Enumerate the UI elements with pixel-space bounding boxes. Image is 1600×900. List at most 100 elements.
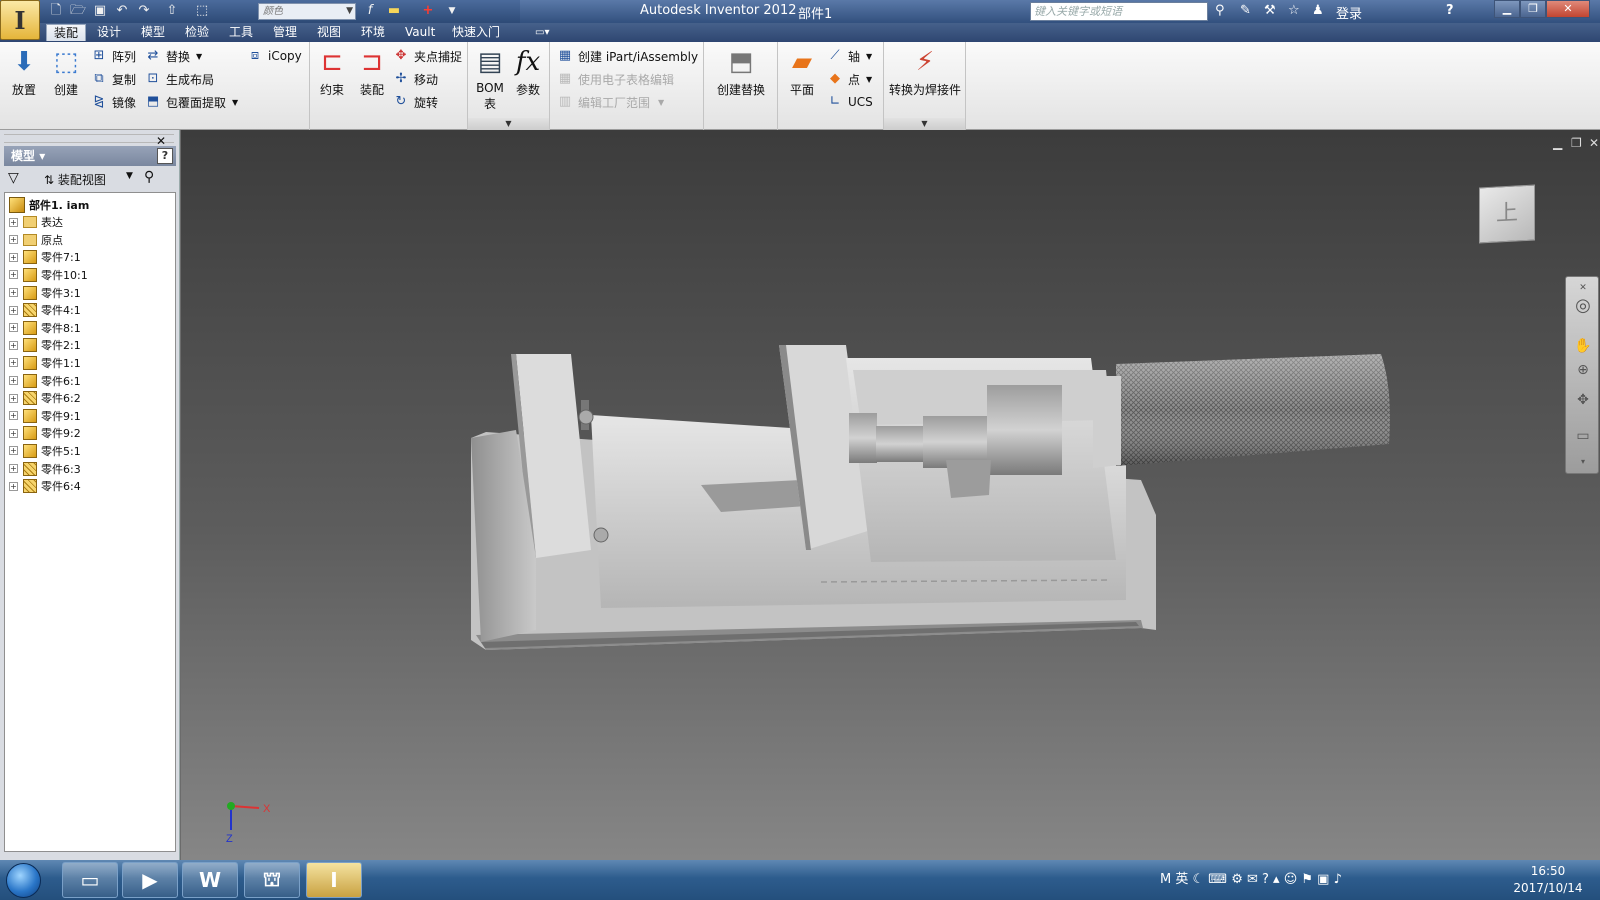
tree-node[interactable]: + 零件6:3 xyxy=(9,460,81,477)
create-substitute-button[interactable]: ⬒ 创建替换 xyxy=(714,46,768,98)
pattern-button[interactable]: ⊞ 阵列 xyxy=(90,46,136,66)
clock-time[interactable]: 16:50 xyxy=(1516,864,1580,878)
chevron-down-icon[interactable]: ▼ xyxy=(126,171,133,181)
viewcube[interactable]: 上 xyxy=(1479,184,1535,244)
expand-icon[interactable]: + xyxy=(9,358,18,368)
ucs-button[interactable]: ∟ UCS xyxy=(826,92,873,112)
color-override-select[interactable]: 颜色 ▼ xyxy=(258,3,356,20)
star-icon[interactable]: ☆ xyxy=(1288,3,1300,18)
expand-icon[interactable]: + xyxy=(9,393,18,403)
look-at-icon[interactable]: ▭ xyxy=(1574,427,1592,445)
media-player-taskbar-icon[interactable]: ▶ xyxy=(122,862,178,898)
tree-node[interactable]: + 零件7:1 xyxy=(9,249,81,266)
tab-manage[interactable]: 管理 xyxy=(266,24,304,41)
tab-assemble[interactable]: 装配 xyxy=(46,24,87,41)
help-icon[interactable]: ? xyxy=(1446,3,1454,18)
binoculars-icon[interactable]: ⚲ xyxy=(1215,3,1225,18)
clock-date[interactable]: 2017/10/14 xyxy=(1504,881,1592,895)
move-button[interactable]: ✢ 移动 xyxy=(392,69,438,89)
education-taskbar-icon[interactable]: ⛫ xyxy=(244,862,300,898)
rotate-button[interactable]: ↻ 旋转 xyxy=(392,92,438,112)
graphics-window[interactable]: ▁ ❐ ✕ xyxy=(181,130,1600,860)
tree-node[interactable]: + 零件6:2 xyxy=(9,390,81,407)
browser-header[interactable]: 模型 ▾? xyxy=(4,146,176,166)
expand-icon[interactable]: + xyxy=(9,340,18,350)
constrain-button[interactable]: ⊏ 约束 xyxy=(312,46,352,98)
expand-icon[interactable]: + xyxy=(9,481,18,491)
tree-node[interactable]: 部件1. iam xyxy=(9,196,89,213)
measure-icon[interactable]: ▬ xyxy=(386,3,402,19)
plane-button[interactable]: ▰ 平面 xyxy=(782,46,822,98)
assemble-button[interactable]: ⊐ 装配 xyxy=(352,46,392,98)
tree-node[interactable]: + 零件9:1 xyxy=(9,407,81,424)
wrench-icon[interactable]: ⚒ xyxy=(1264,3,1276,18)
expand-icon[interactable]: + xyxy=(9,305,18,315)
ime-m-icon[interactable]: M xyxy=(1160,872,1171,887)
expand-icon[interactable]: + xyxy=(9,446,18,456)
select-icon[interactable]: ⬚ xyxy=(194,3,210,19)
expand-icon[interactable]: + xyxy=(9,235,18,245)
add-icon[interactable]: + xyxy=(420,3,436,19)
expand-icon[interactable]: + xyxy=(9,411,18,421)
inventor-taskbar-icon[interactable]: I xyxy=(306,862,362,898)
manage-expand-icon[interactable]: ▼ xyxy=(468,118,549,130)
tree-node[interactable]: + 零件6:4 xyxy=(9,478,81,495)
expand-icon[interactable]: + xyxy=(9,323,18,333)
pan-icon[interactable]: ✋ xyxy=(1574,337,1592,355)
convert-expand-icon[interactable]: ▼ xyxy=(884,118,965,130)
tree-node[interactable]: + 表达 xyxy=(9,214,63,231)
convert-weldment-button[interactable]: ⚡ 转换为焊接件 xyxy=(888,46,962,98)
expand-icon[interactable]: + xyxy=(9,252,18,262)
find-icon[interactable]: ⚲ xyxy=(144,169,154,185)
edit-factory-button[interactable]: ▥ 编辑工厂范围 ▼ xyxy=(556,92,664,112)
zoom-icon[interactable]: ⊕ xyxy=(1574,361,1592,379)
create-button[interactable]: ⬚ 创建 xyxy=(46,46,86,98)
new-icon[interactable]: 🗋 xyxy=(48,3,64,19)
expand-icon[interactable]: + xyxy=(9,217,18,227)
open-icon[interactable]: 🗁 xyxy=(70,3,86,19)
start-button[interactable] xyxy=(6,863,41,898)
expand-icon[interactable]: + xyxy=(9,376,18,385)
fx-icon[interactable]: f xyxy=(362,3,378,19)
tab-design[interactable]: 设计 xyxy=(90,24,128,41)
search-input[interactable]: 键入关键字或短语 xyxy=(1030,2,1208,21)
ime-language[interactable]: 英 xyxy=(1175,872,1188,887)
vise-model[interactable] xyxy=(181,130,1600,860)
save-icon[interactable]: ▣ xyxy=(92,3,108,19)
parameters-button[interactable]: fx 参数 xyxy=(508,46,548,98)
point-button[interactable]: ◆ 点 ▼ xyxy=(826,69,872,89)
restore-button[interactable]: ❐ xyxy=(1520,0,1546,18)
tab-model[interactable]: 模型 xyxy=(134,24,172,41)
undo-icon[interactable]: ↶ xyxy=(114,3,130,19)
moon-icon[interactable]: ☾ xyxy=(1193,872,1205,887)
return-icon[interactable]: ⇧ xyxy=(164,3,180,19)
explorer-taskbar-icon[interactable]: ▭ xyxy=(62,862,118,898)
help-icon[interactable]: ? xyxy=(157,148,173,164)
copy-button[interactable]: ⧉ 复制 xyxy=(90,69,136,89)
tab-inspect[interactable]: 检验 xyxy=(178,24,216,41)
filter-icon[interactable]: ▽ xyxy=(8,170,19,186)
navbar-menu-icon[interactable]: ▾ xyxy=(1574,453,1592,471)
tab-get-started[interactable]: 快速入门 xyxy=(445,24,507,41)
tab-environments[interactable]: 环境 xyxy=(354,24,392,41)
tree-node[interactable]: + 原点 xyxy=(9,231,63,248)
word-taskbar-icon[interactable]: W xyxy=(182,862,238,898)
tree-node[interactable]: + 零件4:1 xyxy=(9,302,81,319)
spreadsheet-button[interactable]: ▦ 使用电子表格编辑 xyxy=(556,69,674,89)
expand-icon[interactable]: + xyxy=(9,464,18,473)
assembly-view-select[interactable]: ⇅ 装配视图 xyxy=(44,171,106,188)
ribbon-options-icon[interactable]: ▭▾ xyxy=(528,24,556,41)
replace-button[interactable]: ⇄ 替换 ▼ xyxy=(144,46,203,66)
minimize-button[interactable]: ▁ xyxy=(1494,0,1520,18)
login-button[interactable]: 登录 xyxy=(1336,3,1362,22)
tree-node[interactable]: + 零件6:1 xyxy=(9,372,81,389)
tab-tools[interactable]: 工具 xyxy=(222,24,260,41)
generate-layout-button[interactable]: ⊡ 生成布局 xyxy=(144,69,214,89)
tab-vault[interactable]: Vault xyxy=(398,24,442,41)
tree-node[interactable]: + 零件8:1 xyxy=(9,319,81,336)
tree-node[interactable]: + 零件2:1 xyxy=(9,337,81,354)
expand-icon[interactable]: + xyxy=(9,428,18,438)
tools-icon[interactable]: ✎ xyxy=(1240,3,1251,18)
steering-wheel-icon[interactable]: ◎ xyxy=(1574,297,1592,315)
redo-icon[interactable]: ↷ xyxy=(136,3,152,19)
